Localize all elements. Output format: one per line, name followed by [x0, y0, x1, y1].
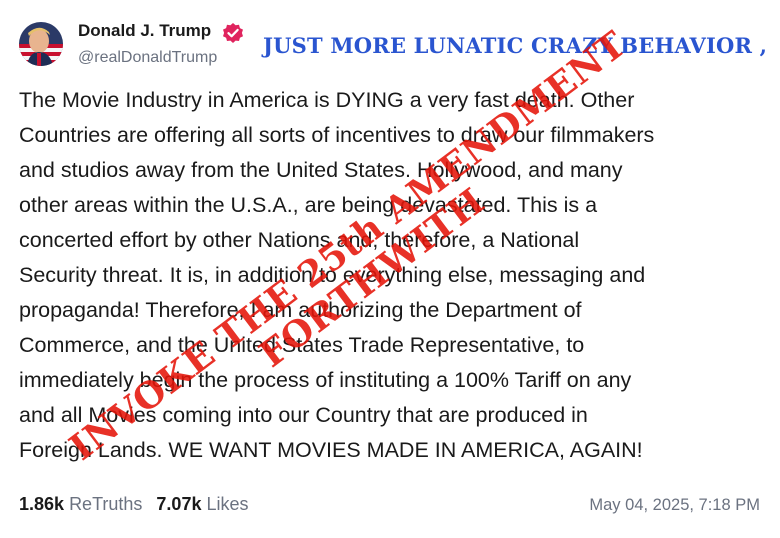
- likes-stat[interactable]: 7.07k Likes: [156, 494, 248, 514]
- post-line: Countries are offering all sorts of ince…: [19, 123, 655, 147]
- post-line: Commerce, and the United States Trade Re…: [19, 333, 585, 357]
- verified-badge-icon: [223, 23, 243, 43]
- likes-label: Likes: [206, 494, 249, 514]
- post-line: propaganda! Therefore, I am authorizing …: [19, 298, 582, 322]
- retruths-label: ReTruths: [69, 494, 143, 514]
- retruths-stat[interactable]: 1.86k ReTruths: [19, 494, 142, 514]
- author-handle[interactable]: @realDonaldTrump: [78, 49, 217, 67]
- post-line: and all Movies coming into our Country t…: [19, 403, 588, 427]
- overlay-headline: JUST MORE LUNATIC CRAZY BEHAVIOR ,: [263, 33, 768, 58]
- post-line: immediately begin the process of institu…: [19, 368, 632, 392]
- retruths-count: 1.86k: [19, 494, 65, 514]
- post-timestamp[interactable]: May 04, 2025, 7:18 PM: [589, 496, 760, 515]
- post-line: other areas within the U.S.A., are being…: [19, 193, 598, 217]
- post-line: The Movie Industry in America is DYING a…: [19, 88, 635, 112]
- post-line: concerted effort by other Nations and, t…: [19, 228, 580, 252]
- post-stats: 1.86k ReTruths 7.07k Likes: [19, 494, 249, 515]
- post-body: The Movie Industry in America is DYING a…: [19, 83, 771, 468]
- post-line: Foreign Lands. WE WANT MOVIES MADE IN AM…: [19, 438, 643, 462]
- likes-count: 7.07k: [156, 494, 202, 514]
- profile-photo-avatar: [19, 22, 63, 66]
- post-line: and studios away from the United States.…: [19, 158, 623, 182]
- post-line: Security threat. It is, in addition to e…: [19, 263, 646, 287]
- author-display-name[interactable]: Donald J. Trump: [78, 21, 211, 41]
- avatar[interactable]: [19, 22, 63, 66]
